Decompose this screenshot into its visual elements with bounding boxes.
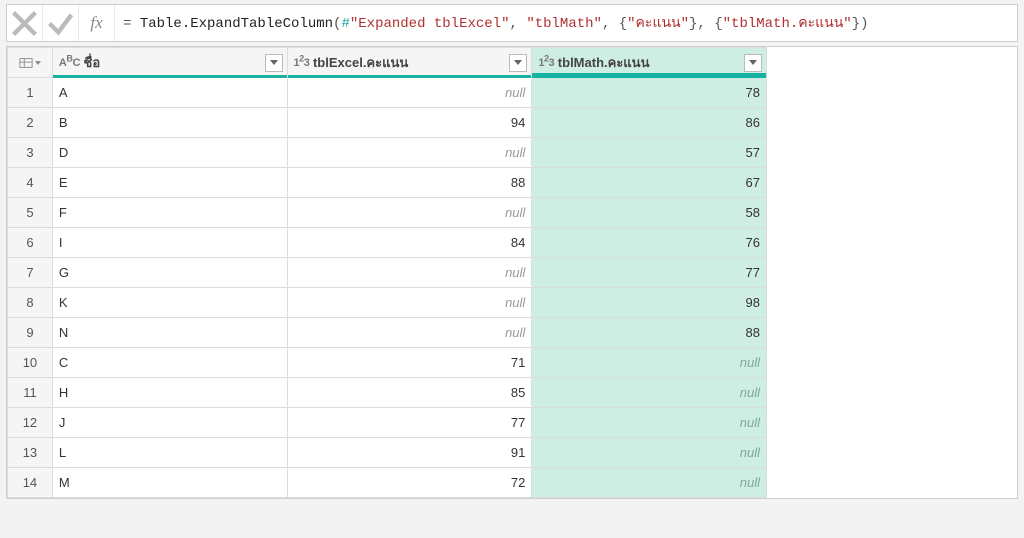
formula-bar: fx = Table.ExpandTableColumn(#"Expanded …: [6, 4, 1018, 42]
cell-excel-score[interactable]: null: [287, 258, 532, 288]
row-number[interactable]: 6: [8, 228, 53, 258]
cell-excel-score[interactable]: 85: [287, 378, 532, 408]
table-row[interactable]: 13L91null: [8, 438, 767, 468]
cell-excel-score[interactable]: 71: [287, 348, 532, 378]
cell-math-score[interactable]: 77: [532, 258, 767, 288]
cell-excel-score[interactable]: null: [287, 78, 532, 108]
cell-math-score[interactable]: 98: [532, 288, 767, 318]
cell-excel-score[interactable]: 88: [287, 168, 532, 198]
chevron-down-icon: [749, 60, 757, 65]
row-number[interactable]: 13: [8, 438, 53, 468]
cell-excel-score[interactable]: 91: [287, 438, 532, 468]
filter-button[interactable]: [744, 54, 762, 72]
formula-equals: =: [123, 16, 140, 32]
number-type-icon: 123: [294, 57, 310, 69]
table-row[interactable]: 1Anull78: [8, 78, 767, 108]
table-row[interactable]: 10C71null: [8, 348, 767, 378]
table-icon: [19, 56, 33, 70]
table-row[interactable]: 5Fnull58: [8, 198, 767, 228]
row-number[interactable]: 8: [8, 288, 53, 318]
row-number[interactable]: 1: [8, 78, 53, 108]
cell-name[interactable]: L: [52, 438, 287, 468]
cell-excel-score[interactable]: null: [287, 138, 532, 168]
cell-math-score[interactable]: null: [532, 378, 767, 408]
cell-excel-score[interactable]: null: [287, 198, 532, 228]
header-accent: [288, 75, 532, 78]
number-type-icon: 123: [538, 57, 554, 69]
cell-name[interactable]: F: [52, 198, 287, 228]
cell-excel-score[interactable]: 84: [287, 228, 532, 258]
cell-name[interactable]: B: [52, 108, 287, 138]
cell-math-score[interactable]: 78: [532, 78, 767, 108]
cell-excel-score[interactable]: 94: [287, 108, 532, 138]
header-accent: [53, 75, 287, 78]
row-number[interactable]: 7: [8, 258, 53, 288]
cell-math-score[interactable]: null: [532, 438, 767, 468]
cell-math-score[interactable]: 67: [532, 168, 767, 198]
row-number[interactable]: 4: [8, 168, 53, 198]
filter-button[interactable]: [265, 54, 283, 72]
cell-name[interactable]: H: [52, 378, 287, 408]
column-label: ชื่อ: [84, 55, 101, 70]
column-label: tblExcel.คะแนน: [313, 55, 408, 70]
cell-math-score[interactable]: null: [532, 468, 767, 498]
filter-button[interactable]: [509, 54, 527, 72]
cell-math-score[interactable]: null: [532, 408, 767, 438]
table-row[interactable]: 3Dnull57: [8, 138, 767, 168]
header-accent: [532, 73, 766, 78]
row-number[interactable]: 5: [8, 198, 53, 228]
table-corner[interactable]: [8, 48, 53, 78]
cell-name[interactable]: N: [52, 318, 287, 348]
cell-name[interactable]: K: [52, 288, 287, 318]
table-row[interactable]: 4E8867: [8, 168, 767, 198]
column-header-math-score[interactable]: 123 tblMath.คะแนน: [532, 48, 767, 78]
cell-excel-score[interactable]: 72: [287, 468, 532, 498]
cell-name[interactable]: C: [52, 348, 287, 378]
cell-name[interactable]: A: [52, 78, 287, 108]
table-row[interactable]: 14M72null: [8, 468, 767, 498]
row-number[interactable]: 14: [8, 468, 53, 498]
chevron-down-icon: [270, 60, 278, 65]
chevron-down-icon: [35, 61, 41, 65]
chevron-down-icon: [514, 60, 522, 65]
cell-name[interactable]: I: [52, 228, 287, 258]
cell-math-score[interactable]: 58: [532, 198, 767, 228]
text-type-icon: ABC: [59, 57, 80, 69]
table-row[interactable]: 9Nnull88: [8, 318, 767, 348]
cell-name[interactable]: G: [52, 258, 287, 288]
cell-math-score[interactable]: 76: [532, 228, 767, 258]
cell-name[interactable]: D: [52, 138, 287, 168]
cell-name[interactable]: M: [52, 468, 287, 498]
row-number[interactable]: 3: [8, 138, 53, 168]
row-number[interactable]: 2: [8, 108, 53, 138]
cell-excel-score[interactable]: null: [287, 288, 532, 318]
fx-icon[interactable]: fx: [79, 5, 115, 41]
table-row[interactable]: 8Knull98: [8, 288, 767, 318]
cell-name[interactable]: J: [52, 408, 287, 438]
column-header-name[interactable]: ABC ชื่อ: [52, 48, 287, 78]
cancel-formula-button[interactable]: [7, 5, 43, 41]
row-number[interactable]: 11: [8, 378, 53, 408]
table-row[interactable]: 12J77null: [8, 408, 767, 438]
column-label: tblMath.คะแนน: [558, 55, 650, 70]
cell-excel-score[interactable]: 77: [287, 408, 532, 438]
data-grid: ABC ชื่อ 123 tblExcel.คะแนน 123: [6, 46, 1018, 499]
row-number[interactable]: 10: [8, 348, 53, 378]
cell-math-score[interactable]: 86: [532, 108, 767, 138]
cell-name[interactable]: E: [52, 168, 287, 198]
cell-excel-score[interactable]: null: [287, 318, 532, 348]
cell-math-score[interactable]: 57: [532, 138, 767, 168]
row-number[interactable]: 9: [8, 318, 53, 348]
table-row[interactable]: 7Gnull77: [8, 258, 767, 288]
accept-formula-button[interactable]: [43, 5, 79, 41]
cell-math-score[interactable]: null: [532, 348, 767, 378]
formula-input[interactable]: = Table.ExpandTableColumn(#"Expanded tbl…: [115, 12, 1017, 34]
table-row[interactable]: 11H85null: [8, 378, 767, 408]
column-header-excel-score[interactable]: 123 tblExcel.คะแนน: [287, 48, 532, 78]
table-row[interactable]: 2B9486: [8, 108, 767, 138]
cell-math-score[interactable]: 88: [532, 318, 767, 348]
formula-function: Table.ExpandTableColumn: [140, 16, 333, 32]
table-row[interactable]: 6I8476: [8, 228, 767, 258]
row-number[interactable]: 12: [8, 408, 53, 438]
